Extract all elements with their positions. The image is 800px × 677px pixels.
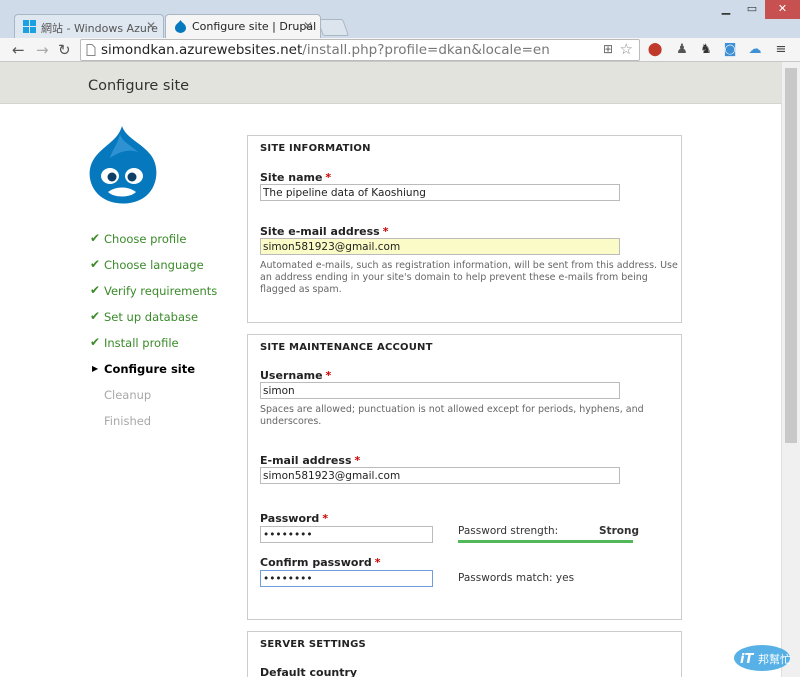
password-match-text: Passwords match: yes [458, 572, 575, 584]
tab-label: 網站 - Windows Azure [41, 22, 158, 35]
drupal-logo [89, 126, 157, 204]
checkmark-icon: ✔ [90, 257, 101, 271]
cloud-icon[interactable]: ☁ [747, 42, 763, 58]
checkmark-icon: ✔ [90, 335, 101, 349]
username-label: Username * [260, 369, 332, 382]
maximize-button[interactable]: ▭ [739, 0, 765, 19]
password-strength-label: Password strength: [458, 525, 559, 537]
maintenance-account-fieldset: SITE MAINTENANCE ACCOUNT Username* Space… [247, 334, 682, 620]
translate-icon[interactable]: ⊞ [603, 42, 613, 56]
page-header: Configure site [0, 62, 781, 104]
tab-windows-azure[interactable]: 網站 - Windows Azure ✕ [14, 14, 164, 38]
password-strength-bar [458, 540, 633, 543]
page-title: Configure site [88, 78, 190, 94]
username-description: Spaces are allowed; punctuation is not a… [260, 404, 644, 427]
current-step-arrow-icon: ▶ [92, 364, 99, 373]
email-label: E-mail address * [260, 454, 361, 467]
svg-text:邦幫忙: 邦幫忙 [758, 652, 791, 666]
site-email-label: Site e-mail address * [260, 225, 389, 238]
camera-icon[interactable]: ◙ [722, 42, 738, 58]
email-input[interactable] [260, 467, 620, 484]
windows-icon [23, 20, 36, 33]
confirm-password-label: Confirm password * [260, 556, 381, 569]
drupal-icon [175, 20, 186, 33]
page-scrollbar[interactable] [781, 62, 800, 677]
password-input[interactable] [260, 526, 433, 543]
password-label: Password * [260, 512, 329, 525]
evernote-icon[interactable]: ♞ [698, 42, 714, 58]
reload-icon[interactable]: ↻ [58, 41, 71, 59]
checkmark-icon: ✔ [90, 309, 101, 323]
fieldset-legend: SITE MAINTENANCE ACCOUNT [260, 342, 433, 353]
tab-label: Configure site | Drupal [192, 20, 317, 33]
checkmark-icon: ✔ [90, 231, 101, 245]
site-email-description: Automated e-mails, such as registration … [260, 260, 678, 295]
page-icon [86, 44, 96, 56]
site-information-fieldset: SITE INFORMATION Site name* Site e-mail … [247, 135, 682, 323]
checkmark-icon: ✔ [90, 283, 101, 297]
bookmark-star-icon[interactable]: ☆ [620, 40, 633, 58]
svg-text:iT: iT [740, 652, 754, 667]
site-email-input[interactable] [260, 238, 620, 255]
server-settings-fieldset: SERVER SETTINGS Default country [247, 631, 682, 677]
page-content: Configure site ✔ Choose profile ✔ Choose l… [0, 62, 781, 677]
tab-configure-site[interactable]: Configure site | Drupal ✕ [165, 14, 321, 38]
browser-toolbar: ← → ↻ simondkan.azurewebsites.net/instal… [0, 38, 800, 62]
tab-close-icon[interactable]: ✕ [303, 19, 313, 33]
map-pin-icon[interactable]: ⬤ [647, 42, 663, 58]
scrollbar-thumb[interactable] [785, 68, 797, 443]
url-path: /install.php?profile=dkan&locale=en [302, 42, 550, 58]
close-window-button[interactable]: ✕ [765, 0, 800, 19]
site-name-input[interactable] [260, 184, 620, 201]
ithome-watermark-logo: iT 邦幫忙 [734, 645, 791, 671]
minimize-button[interactable]: ▁ [713, 0, 739, 19]
tab-close-icon[interactable]: ✕ [146, 19, 156, 33]
menu-icon[interactable]: ≡ [773, 42, 789, 58]
fieldset-legend: SERVER SETTINGS [260, 639, 366, 650]
notification-bell-icon[interactable]: ♟ [674, 42, 690, 58]
new-tab-button[interactable] [316, 19, 350, 36]
fieldset-legend: SITE INFORMATION [260, 143, 371, 154]
site-name-label: Site name * [260, 171, 332, 184]
confirm-password-input[interactable] [260, 570, 433, 587]
title-bar: 網站 - Windows Azure ✕ Configure site | Dr… [0, 0, 800, 38]
address-bar[interactable]: simondkan.azurewebsites.net/install.php?… [80, 39, 640, 61]
default-country-label: Default country [260, 666, 358, 677]
password-strength-value: Strong [599, 525, 639, 537]
username-input[interactable] [260, 382, 620, 399]
back-icon[interactable]: ← [12, 41, 25, 59]
forward-icon[interactable]: → [36, 41, 49, 59]
url-host: simondkan.azurewebsites.net [101, 42, 303, 58]
